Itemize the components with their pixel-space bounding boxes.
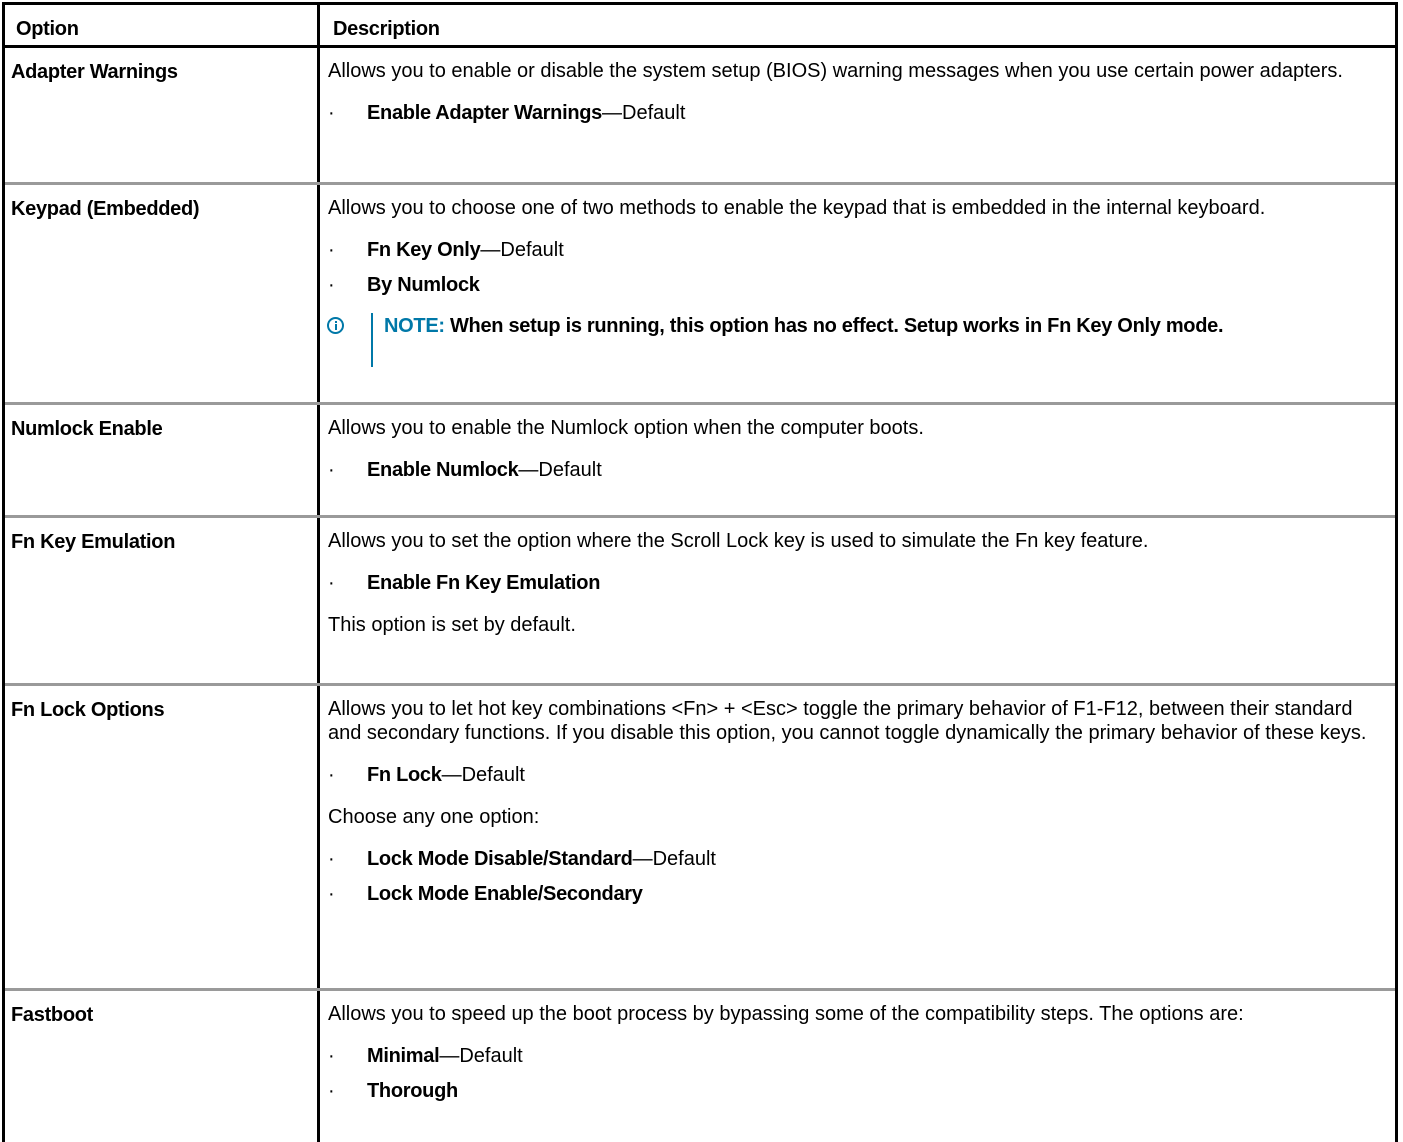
bullet-label: By Numlock bbox=[367, 274, 480, 296]
option-name: Fn Key Emulation bbox=[11, 531, 176, 553]
option-name: Adapter Warnings bbox=[11, 61, 178, 83]
bullet-suffix: —Default bbox=[439, 1045, 523, 1067]
option-name: Keypad (Embedded) bbox=[11, 198, 200, 220]
table-row: Adapter Warnings Allows you to enable or… bbox=[0, 48, 1399, 182]
list-item: · Lock Mode Disable/Standard—Default bbox=[328, 847, 1390, 871]
option-description: Allows you to set the option where the S… bbox=[328, 529, 1390, 655]
bullet-glyph: · bbox=[328, 459, 335, 481]
option-description: Allows you to let hot key combinations <… bbox=[328, 697, 1390, 924]
table-row: Numlock Enable Allows you to enable the … bbox=[0, 405, 1399, 515]
bullet-label: Enable Adapter Warnings bbox=[367, 102, 602, 124]
description-text: Allows you to let hot key combinations <… bbox=[328, 698, 1367, 744]
bullet-label: Minimal bbox=[367, 1045, 440, 1067]
bullet-glyph: · bbox=[328, 1045, 335, 1067]
table-row: Fn Key Emulation Allows you to set the o… bbox=[0, 518, 1399, 683]
option-description: Allows you to enable the Numlock option … bbox=[328, 416, 1390, 500]
option-description: Allows you to choose one of two methods … bbox=[327, 196, 1390, 369]
option-name: Fastboot bbox=[11, 1004, 94, 1026]
bullet-list: · Enable Adapter Warnings—Default bbox=[328, 101, 1390, 125]
bullet-label: Lock Mode Enable/Secondary bbox=[367, 883, 643, 905]
bullet-glyph: · bbox=[328, 883, 335, 905]
bullet-suffix: —Default bbox=[518, 459, 602, 481]
list-item: · Enable Adapter Warnings—Default bbox=[328, 101, 1390, 125]
bullet-list: · Minimal—Default · Thorough bbox=[328, 1044, 1390, 1103]
bullet-list: · Enable Numlock—Default bbox=[328, 458, 1390, 482]
bullet-glyph: · bbox=[328, 764, 335, 786]
bullet-list: · Enable Fn Key Emulation bbox=[328, 571, 1390, 595]
bullet-list: · Fn Lock—Default bbox=[328, 763, 1390, 787]
bullet-label: Thorough bbox=[367, 1080, 458, 1102]
bullet-label: Fn Lock bbox=[367, 764, 442, 786]
bullet-suffix: —Default bbox=[441, 764, 525, 786]
bullet-suffix: —Default bbox=[632, 848, 716, 870]
description-text: Allows you to choose one of two methods … bbox=[328, 197, 1266, 219]
list-item: · By Numlock bbox=[328, 273, 1390, 297]
bullet-suffix: —Default bbox=[480, 239, 564, 261]
list-item: · Enable Numlock—Default bbox=[328, 458, 1390, 482]
header-column-divider bbox=[317, 2, 320, 48]
option-name: Fn Lock Options bbox=[11, 699, 165, 721]
bullet-label: Enable Fn Key Emulation bbox=[367, 572, 601, 594]
note-text-block: NOTE: When setup is running, this option… bbox=[384, 313, 1284, 340]
bullet-label: Enable Numlock bbox=[367, 459, 519, 481]
bullet-glyph: · bbox=[328, 1080, 335, 1102]
header-description: Description bbox=[333, 18, 440, 40]
bullet-list: · Fn Key Only—Default · By Numlock bbox=[328, 238, 1390, 297]
bullet-glyph: · bbox=[328, 848, 335, 870]
bullet-suffix: —Default bbox=[602, 102, 686, 124]
table-row: Keypad (Embedded) Allows you to choose o… bbox=[0, 185, 1399, 402]
list-item: · Lock Mode Enable/Secondary bbox=[328, 882, 1390, 906]
description-text: Allows you to set the option where the S… bbox=[328, 530, 1149, 552]
description-text: Allows you to enable or disable the syst… bbox=[328, 60, 1343, 82]
bullet-glyph: · bbox=[328, 274, 335, 296]
option-name: Numlock Enable bbox=[11, 418, 163, 440]
list-item: · Enable Fn Key Emulation bbox=[328, 571, 1390, 595]
bullet-glyph: · bbox=[328, 102, 335, 124]
description-text: Allows you to enable the Numlock option … bbox=[328, 417, 924, 439]
note-text: When setup is running, this option has n… bbox=[449, 315, 1224, 337]
option-description: Allows you to enable or disable the syst… bbox=[328, 59, 1390, 143]
header-option: Option bbox=[16, 18, 79, 40]
bullet-glyph: · bbox=[328, 239, 335, 261]
description-note: This option is set by default. bbox=[328, 614, 576, 636]
bullet-glyph: · bbox=[328, 572, 335, 594]
list-item: · Fn Key Only—Default bbox=[328, 238, 1390, 262]
bullet-list: · Lock Mode Disable/Standard—Default · Loc… bbox=[328, 847, 1390, 906]
table-row: Fn Lock Options Allows you to let hot ke… bbox=[0, 686, 1399, 988]
description-note: Choose any one option: bbox=[328, 806, 540, 828]
info-circle-icon bbox=[327, 317, 344, 334]
note-accent-bar bbox=[371, 313, 373, 367]
bullet-label: Fn Key Only bbox=[367, 239, 481, 261]
bullet-label: Lock Mode Disable/Standard bbox=[367, 848, 633, 870]
list-item: · Fn Lock—Default bbox=[328, 763, 1390, 787]
note-label: NOTE: bbox=[384, 315, 445, 337]
description-text: Allows you to speed up the boot process … bbox=[328, 1003, 1244, 1025]
table-header: Option Description bbox=[2, 2, 1398, 48]
note-callout: NOTE: When setup is running, this option… bbox=[327, 313, 1390, 369]
option-description: Allows you to speed up the boot process … bbox=[328, 1002, 1390, 1121]
table-row: Fastboot Allows you to speed up the boot… bbox=[0, 991, 1399, 1129]
list-item: · Minimal—Default bbox=[328, 1044, 1390, 1068]
list-item: · Thorough bbox=[328, 1079, 1390, 1103]
